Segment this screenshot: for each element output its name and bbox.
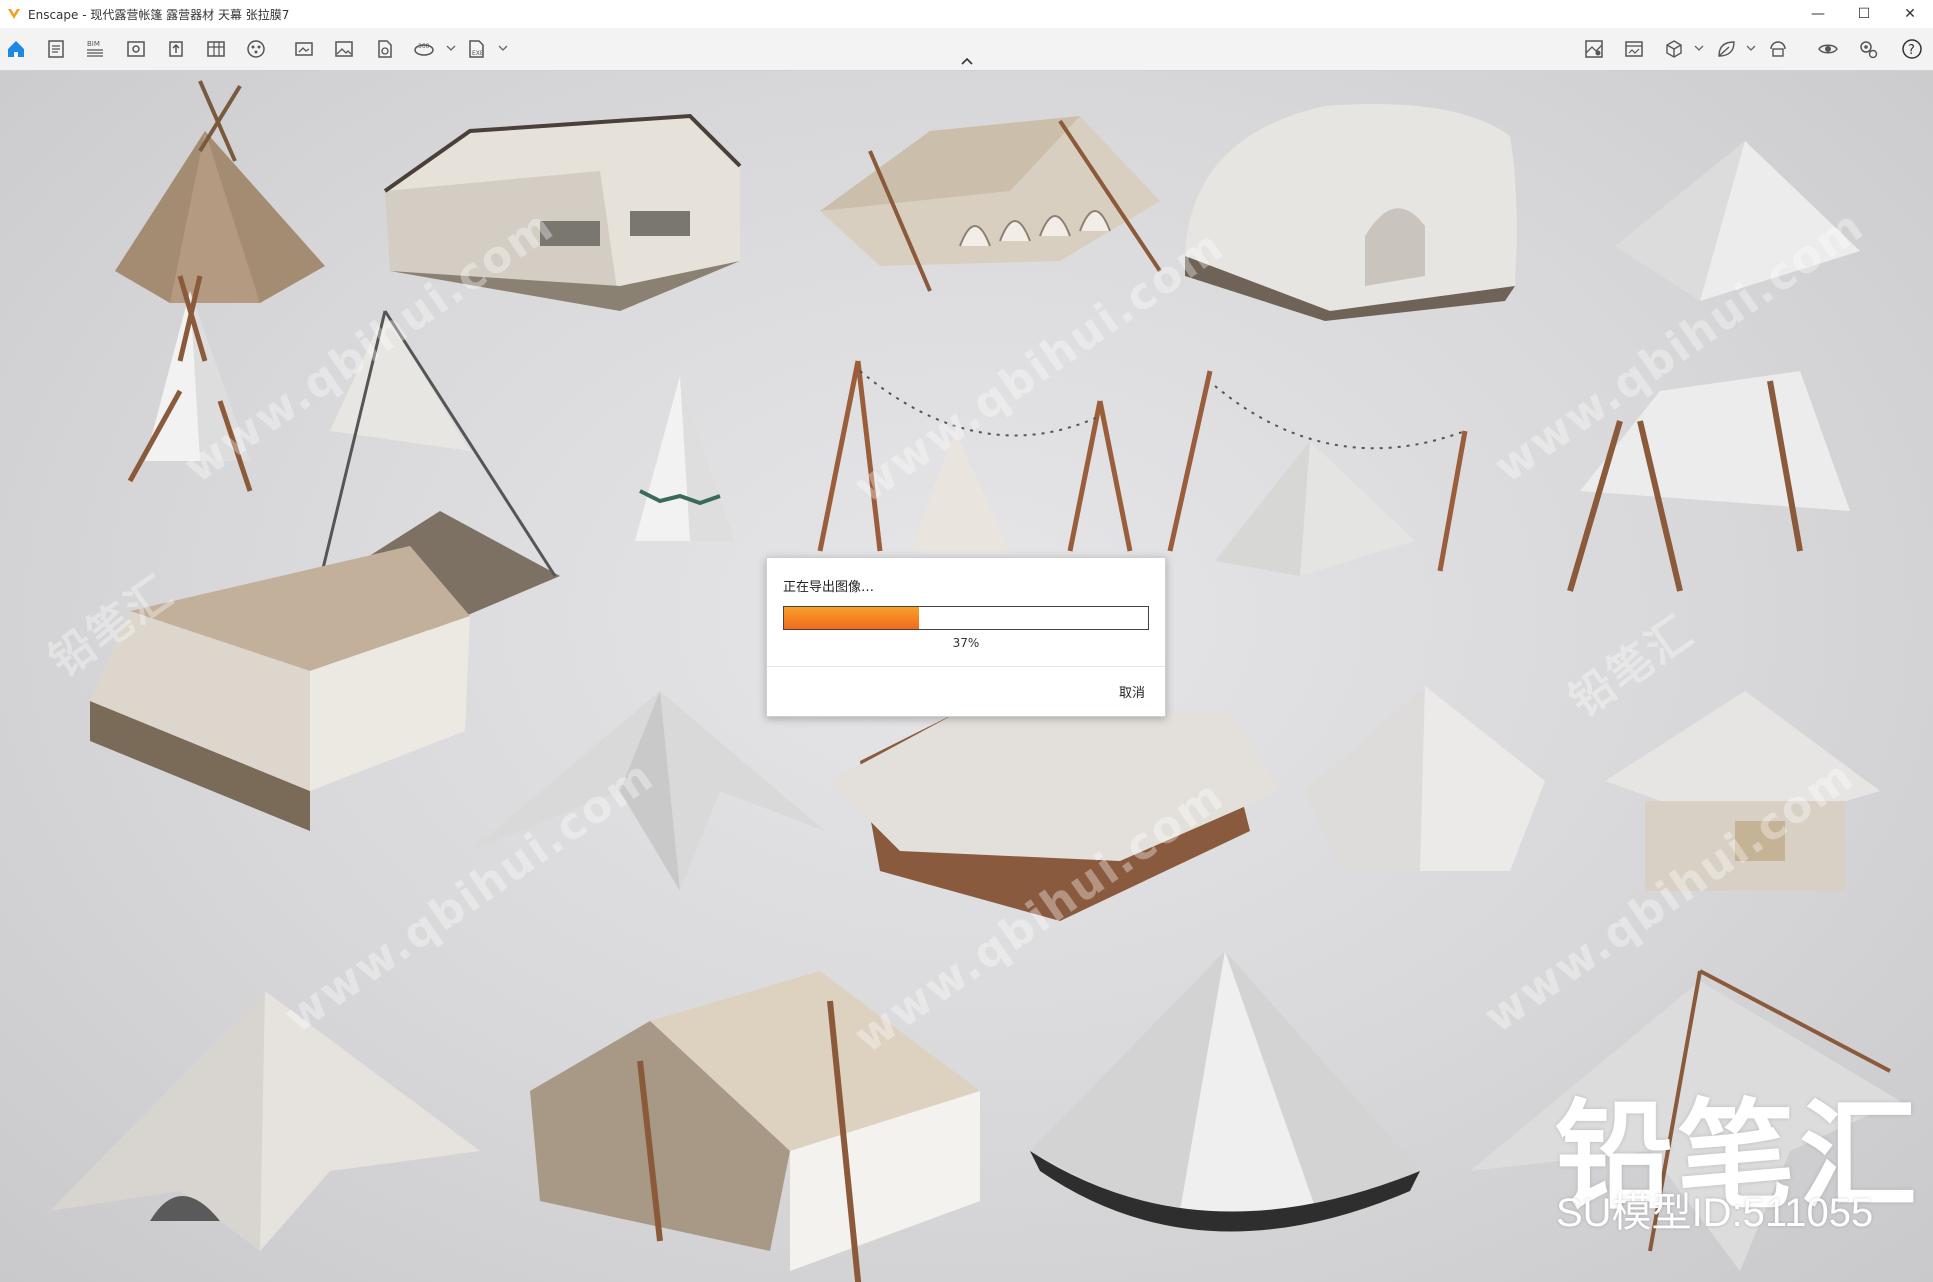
columns-icon (207, 41, 225, 57)
tent-teepee-banded (1030, 951, 1420, 1232)
dialog-divider (767, 666, 1165, 667)
help-button[interactable]: ? (1898, 36, 1926, 62)
leaf-icon (1718, 41, 1735, 57)
model-id-label: SU模型ID:511055 (1556, 1191, 1874, 1235)
asset-button[interactable] (1764, 36, 1792, 62)
tent-cabin-white-frame (383, 113, 742, 311)
tent-canopy-peak (1615, 141, 1860, 301)
render-button[interactable] (1620, 36, 1648, 62)
visibility-button[interactable] (1814, 36, 1842, 62)
export-icon: EXE (469, 40, 484, 58)
sphere-icon (247, 40, 265, 58)
chevron-down-icon[interactable] (1746, 42, 1756, 54)
tent-tarp-shelter (1567, 371, 1850, 592)
cancel-button[interactable]: 取消 (1119, 682, 1145, 701)
close-button[interactable]: ✕ (1887, 0, 1933, 28)
home-button[interactable] (2, 36, 30, 62)
sphere-button[interactable] (242, 36, 270, 62)
panorama-360-icon: 360 (414, 43, 434, 56)
progress-fill (784, 607, 919, 629)
visibility-icon (1818, 44, 1838, 54)
tent-star-shade (470, 691, 825, 891)
tent-carousel-pavilion (1605, 691, 1880, 891)
view-icon (127, 41, 145, 57)
screenshot-icon (295, 42, 313, 56)
chevron-down-icon[interactable] (446, 42, 456, 54)
enscape-logo-icon (8, 9, 20, 19)
svg-text:360: 360 (418, 43, 430, 50)
document-button[interactable] (42, 36, 70, 62)
chevron-down-icon[interactable] (1694, 42, 1704, 54)
svg-text:EXE: EXE (472, 50, 484, 57)
collapse-toolbar-chevron-up-icon[interactable] (958, 55, 976, 67)
leaf-button[interactable] (1712, 36, 1740, 62)
cube-button[interactable] (1660, 36, 1688, 62)
map-button[interactable] (1580, 36, 1608, 62)
export-button[interactable]: EXE (462, 36, 490, 62)
chevron-down-icon[interactable] (498, 42, 508, 54)
asset-icon (1770, 41, 1786, 57)
progress-percent-label: 37% (952, 636, 980, 650)
tent-safari-lodge (530, 971, 980, 1282)
render-icon (1625, 41, 1643, 57)
tent-bell-canvas (1305, 686, 1545, 871)
exe-button[interactable] (370, 36, 398, 62)
tent-safari-arched (820, 116, 1162, 292)
tent-string-lights-teepee (817, 360, 1133, 552)
tent-colombia-pyramid (1167, 370, 1468, 576)
tent-bell-brown (115, 80, 325, 303)
tent-bell-guyed (50, 991, 480, 1251)
export-progress-bar (783, 606, 1149, 630)
help-icon: ? (1902, 39, 1922, 59)
tent-dome-tunnel (1185, 104, 1517, 321)
cube-icon (1666, 40, 1682, 58)
exe-icon (378, 40, 392, 58)
settings-button[interactable] (1854, 36, 1882, 62)
tent-lodge-deck (90, 546, 470, 831)
export-progress-dialog: 正在导出图像… 37% 取消 (766, 557, 1166, 717)
tent-cone-pennants (635, 376, 735, 541)
doc-icon (48, 40, 64, 58)
image-icon (335, 41, 353, 57)
upload-icon (169, 41, 183, 57)
map-icon (1585, 40, 1603, 58)
svg-text:BIM: BIM (87, 40, 100, 48)
bim-button[interactable]: BIM (81, 36, 109, 62)
settings-icon (1860, 41, 1878, 59)
tent-teepee-white (127, 275, 253, 492)
image-button[interactable] (330, 36, 358, 62)
view-button[interactable] (122, 36, 150, 62)
screenshot-button[interactable] (290, 36, 318, 62)
columns-button[interactable] (202, 36, 230, 62)
upload-button[interactable] (162, 36, 190, 62)
minimize-button[interactable]: — (1795, 0, 1841, 28)
home-icon (8, 41, 24, 57)
tent-stretch-deck (830, 691, 1280, 921)
svg-text:?: ? (1908, 43, 1915, 58)
window-title: Enscape - 现代露营帐篷 露营器材 天幕 张拉膜7 (28, 7, 290, 22)
panorama-button[interactable]: 360 (410, 36, 438, 62)
title-bar: Enscape - 现代露营帐篷 露营器材 天幕 张拉膜7 — ☐ ✕ (0, 0, 1933, 28)
maximize-button[interactable]: ☐ (1841, 0, 1887, 28)
dialog-message: 正在导出图像… (783, 580, 875, 595)
bim-icon: BIM (87, 40, 103, 57)
